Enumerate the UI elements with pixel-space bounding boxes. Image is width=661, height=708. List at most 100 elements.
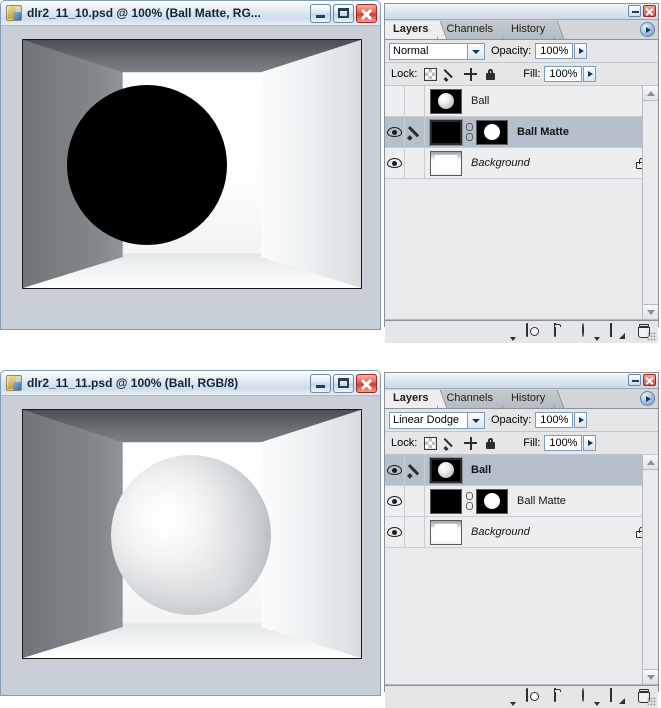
layer-thumbnail[interactable] (430, 88, 462, 114)
opacity-input[interactable]: 100% (535, 412, 574, 428)
mask-link-cell[interactable] (462, 123, 476, 141)
resize-grip[interactable] (647, 697, 656, 706)
tab-channels[interactable]: Channels (438, 390, 503, 408)
new-layer-icon[interactable] (610, 688, 626, 705)
palette-minimize-button[interactable] (628, 374, 641, 386)
close-button[interactable] (356, 3, 377, 23)
layer-name[interactable]: Ball (471, 95, 658, 107)
layer-thumbnail[interactable] (430, 150, 462, 176)
layer-brush-indicator[interactable] (405, 455, 425, 485)
lock-position-icon[interactable] (464, 436, 478, 450)
layer-style-fx-icon[interactable] (498, 689, 514, 705)
fill-stepper[interactable] (583, 66, 597, 82)
chevron-down-icon[interactable] (467, 412, 484, 428)
palette-close-button[interactable] (643, 5, 656, 17)
fill-input[interactable]: 100% (544, 435, 583, 451)
layer-name[interactable]: Background (471, 526, 634, 538)
document-window-bottom[interactable]: dlr2_11_11.psd @ 100% (Ball, RGB/8) (0, 370, 381, 696)
scroll-up-arrow-icon[interactable] (643, 86, 658, 101)
opacity-stepper[interactable] (574, 43, 588, 59)
palette-minimize-button[interactable] (628, 5, 641, 17)
lock-transparent-pixels-icon[interactable] (424, 436, 438, 450)
layer-mask-thumbnail[interactable] (476, 119, 508, 145)
titlebar[interactable]: dlr2_11_11.psd @ 100% (Ball, RGB/8) (1, 371, 380, 396)
minimize-button[interactable] (310, 373, 331, 393)
layer-name[interactable]: Ball Matte (517, 126, 658, 138)
layer-thumbnail[interactable] (430, 457, 462, 483)
table-row[interactable]: Background (385, 517, 658, 548)
lock-position-icon[interactable] (464, 67, 478, 81)
table-row[interactable]: Ball Matte (385, 117, 658, 148)
resize-grip[interactable] (647, 332, 656, 341)
layer-brush-indicator[interactable] (405, 517, 425, 547)
table-row[interactable]: Ball Matte (385, 486, 658, 517)
layer-thumbnail[interactable] (430, 519, 462, 545)
image-canvas[interactable] (22, 409, 362, 659)
lock-all-icon[interactable] (484, 68, 497, 81)
scrollbar[interactable] (642, 86, 658, 319)
palette-menu-icon[interactable] (641, 23, 654, 36)
layer-thumbnail[interactable] (430, 119, 462, 145)
opacity-stepper[interactable] (574, 412, 588, 428)
tab-history[interactable]: History (502, 390, 556, 408)
new-group-folder-icon[interactable] (554, 323, 570, 340)
new-adjustment-layer-icon[interactable] (582, 323, 598, 340)
layers-palette-top[interactable]: Layers Channels History Normal Opacity: … (384, 3, 659, 343)
add-layer-mask-icon[interactable] (526, 323, 542, 340)
lock-image-pixels-icon[interactable] (444, 437, 457, 450)
palette-tabs[interactable]: Layers Channels History (385, 389, 658, 409)
layer-list[interactable]: Ball Ball Matte Background (385, 455, 658, 685)
table-row[interactable]: Ball (385, 86, 658, 117)
layer-visibility-toggle[interactable] (385, 148, 405, 178)
layer-style-fx-icon[interactable] (498, 324, 514, 340)
layer-visibility-toggle[interactable] (385, 455, 405, 485)
new-group-folder-icon[interactable] (554, 688, 570, 705)
layer-mask-thumbnail[interactable] (476, 488, 508, 514)
layer-brush-indicator[interactable] (405, 486, 425, 516)
layer-visibility-toggle[interactable] (385, 517, 405, 547)
fill-input[interactable]: 100% (544, 66, 583, 82)
layer-visibility-toggle[interactable] (385, 117, 405, 147)
new-layer-icon[interactable] (610, 323, 626, 340)
palette-menu-icon[interactable] (641, 392, 654, 405)
layers-palette-bottom[interactable]: Layers Channels History Linear Dodge Opa… (384, 372, 659, 708)
tab-history[interactable]: History (502, 21, 556, 39)
mask-link-cell[interactable] (462, 492, 476, 510)
image-canvas[interactable] (22, 39, 362, 289)
layer-visibility-toggle[interactable] (385, 86, 405, 116)
lock-transparent-pixels-icon[interactable] (424, 67, 438, 81)
layer-name[interactable]: Ball Matte (517, 495, 658, 507)
blend-mode-select[interactable]: Linear Dodge (389, 411, 485, 429)
maximize-button[interactable] (333, 373, 354, 393)
blend-mode-select[interactable]: Normal (389, 42, 485, 60)
titlebar[interactable]: dlr2_11_10.psd @ 100% (Ball Matte, RG... (1, 1, 380, 26)
opacity-input[interactable]: 100% (535, 43, 574, 59)
tab-layers[interactable]: Layers (385, 21, 439, 39)
tab-channels[interactable]: Channels (438, 21, 503, 39)
tab-layers[interactable]: Layers (385, 390, 439, 408)
lock-image-pixels-icon[interactable] (444, 68, 457, 81)
new-adjustment-layer-icon[interactable] (582, 688, 598, 705)
table-row[interactable]: Ball (385, 455, 658, 486)
layer-brush-indicator[interactable] (405, 86, 425, 116)
layer-list[interactable]: Ball Ball Matte Background (385, 86, 658, 320)
layer-name[interactable]: Ball (471, 464, 658, 476)
layer-thumbnail[interactable] (430, 488, 462, 514)
table-row[interactable]: Background (385, 148, 658, 179)
close-button[interactable] (356, 373, 377, 393)
scroll-up-arrow-icon[interactable] (643, 455, 658, 470)
chevron-down-icon[interactable] (467, 43, 484, 59)
palette-close-button[interactable] (643, 374, 656, 386)
palette-tabs[interactable]: Layers Channels History (385, 20, 658, 40)
palette-titlebar[interactable] (385, 373, 658, 389)
add-layer-mask-icon[interactable] (526, 688, 542, 705)
fill-stepper[interactable] (583, 435, 597, 451)
layer-visibility-toggle[interactable] (385, 486, 405, 516)
scroll-down-arrow-icon[interactable] (643, 304, 658, 319)
minimize-button[interactable] (310, 3, 331, 23)
palette-titlebar[interactable] (385, 4, 658, 20)
document-window-top[interactable]: dlr2_11_10.psd @ 100% (Ball Matte, RG... (0, 0, 381, 330)
maximize-button[interactable] (333, 3, 354, 23)
layer-brush-indicator[interactable] (405, 148, 425, 178)
scroll-down-arrow-icon[interactable] (643, 669, 658, 684)
